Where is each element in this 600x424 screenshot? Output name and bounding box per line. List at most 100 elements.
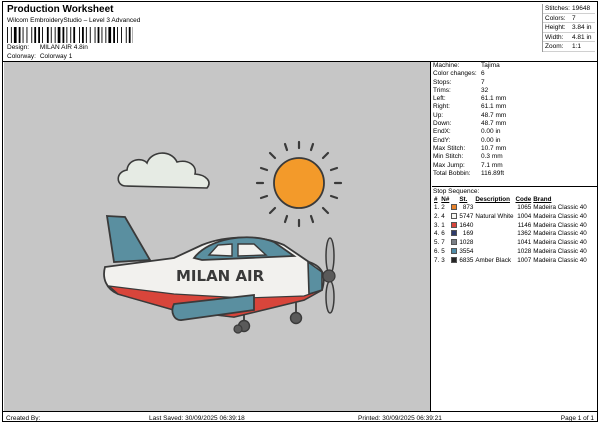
thread-description	[474, 204, 514, 213]
thread-code: 1004	[517, 212, 532, 220]
stitch-count: 1640	[459, 221, 474, 229]
software-subtitle: Wilcom EmbroideryStudio – Level 3 Advanc…	[7, 17, 141, 24]
printed-date: Printed: 30/09/2025 06:39:21	[358, 415, 442, 422]
info-value: 32	[481, 86, 489, 94]
barcode-image	[7, 27, 133, 43]
plane-tail	[105, 215, 152, 263]
stitch-count: 1028	[459, 239, 474, 247]
plane-nose	[307, 260, 323, 296]
design-value: MILAN AIR 4.8in	[39, 44, 88, 51]
thread-description: Amber Black	[475, 256, 512, 264]
color-swatch	[451, 256, 458, 263]
color-swatch-cell	[450, 230, 458, 239]
machine-info-row: Color changes: 6	[432, 70, 597, 78]
info-value: 0.00 in	[481, 136, 501, 144]
color-swatch-cell	[450, 247, 458, 257]
needle-number: 7	[441, 239, 445, 247]
thread-description: Natural White	[475, 212, 514, 220]
info-label: Color changes:	[433, 70, 477, 78]
machine-info-row: EndY: 0.00 in	[432, 137, 597, 145]
needle-number: 4	[441, 212, 445, 220]
stat-width: Width: 4.81 in	[543, 33, 595, 42]
stat-value: 7	[572, 14, 576, 22]
color-swatch	[451, 204, 458, 210]
summary-stats: Stitches: 19648 Colors: 7 Height: 3.84 in W…	[542, 4, 595, 52]
thread-brand: Madeira Classic 40	[533, 239, 587, 247]
color-swatch-cell	[450, 256, 458, 266]
table-row: 1. 2 873 1065 Madeira Classic 40	[433, 204, 588, 213]
stop-index: 1.	[434, 204, 440, 211]
table-row: 5. 7 1028 1041 Madeira Classic 40	[433, 239, 588, 248]
created-by: Created By:	[6, 415, 41, 422]
stat-label: Stitches:	[545, 5, 570, 12]
info-label: Total Bobbin:	[433, 169, 471, 177]
stat-colors: Colors: 7	[543, 14, 595, 23]
stat-label: Colors:	[545, 14, 566, 22]
col-header: N#	[441, 196, 450, 203]
cloud-shape	[117, 152, 210, 189]
thread-brand: Madeira Classic 40	[533, 212, 587, 220]
info-value: 116.89ft	[481, 169, 505, 177]
design-preview: MILAN AIR	[4, 62, 431, 411]
stat-value: 3.84 in	[572, 24, 592, 31]
colorway-row: Colorway: Colorway 1	[7, 53, 72, 60]
info-value: 6	[481, 70, 485, 78]
page-number: Page 1 of 1	[560, 415, 594, 422]
col-header: St.	[459, 196, 468, 203]
table-row: 3. 1 1640 1146 Madeira Classic 40	[433, 221, 588, 231]
info-value: 48.7 mm	[481, 120, 507, 128]
propeller-blade	[325, 237, 335, 275]
thread-code: 1065	[517, 204, 532, 211]
stat-label: Height:	[545, 24, 566, 31]
needle-number: 3	[441, 256, 445, 264]
machine-info-row: Stops: 7	[432, 79, 597, 87]
last-saved: Last Saved: 30/09/2025 06:39:18	[149, 415, 245, 422]
info-value: 61.1 mm	[481, 103, 507, 111]
machine-info-row: Max Stitch: 10.7 mm	[432, 145, 597, 153]
thread-description	[474, 248, 514, 257]
color-swatch-cell	[450, 212, 458, 222]
thread-brand: Madeira Classic 40	[533, 204, 587, 211]
info-label: Left:	[433, 95, 446, 103]
table-row: 7. 3 6835 Amber Black 1007 Madeira Classic 40	[433, 256, 588, 266]
stitch-count: 873	[462, 204, 474, 211]
machine-info-row: Up: 48.7 mm	[432, 112, 597, 120]
info-label: EndY:	[433, 136, 451, 144]
info-value: 48.7 mm	[481, 111, 507, 119]
info-value: 0.3 mm	[481, 153, 503, 161]
stop-index: 5.	[434, 239, 440, 247]
machine-info-row: Left: 61.1 mm	[432, 95, 597, 103]
info-label: Max Jump:	[433, 161, 465, 169]
color-swatch	[451, 239, 458, 246]
stitch-count: 6835	[459, 256, 474, 264]
col-header: #	[434, 196, 438, 203]
table-row: 6. 5 3554 1028 Madeira Classic 40	[433, 247, 588, 257]
machine-info-row: EndX: 0.00 in	[432, 128, 597, 136]
info-value: 61.1 mm	[481, 95, 507, 103]
stat-label: Width:	[545, 33, 564, 41]
color-swatch	[451, 230, 458, 237]
stat-height: Height: 3.84 in	[543, 23, 595, 33]
colorway-value: Colorway 1	[39, 53, 73, 60]
thread-brand: Madeira Classic 40	[533, 247, 587, 255]
info-label: Down:	[433, 120, 452, 128]
needle-number: 1	[441, 221, 445, 229]
stop-index: 6.	[434, 247, 440, 255]
stat-value: 1:1	[572, 43, 582, 50]
table-row: 2. 4 5747 Natural White 1004 Madeira Classic …	[433, 212, 588, 222]
thread-code: 1362	[517, 230, 532, 238]
info-label: Machine:	[433, 62, 460, 69]
machine-info-row: Machine: Tajima	[432, 62, 597, 70]
info-label: Up:	[433, 111, 444, 119]
colorway-label: Colorway:	[7, 53, 36, 60]
stop-sequence-header: # N# St. Description Code Brand	[433, 196, 588, 204]
info-value: 10.7 mm	[481, 144, 507, 152]
thread-description	[474, 239, 514, 248]
info-value: Tajima	[481, 62, 500, 69]
stop-index: 4.	[434, 230, 440, 238]
stop-sequence-title: Stop Sequence:	[433, 188, 480, 195]
thread-code: 1146	[517, 221, 532, 229]
thread-description	[474, 222, 514, 231]
thread-code: 1041	[517, 239, 532, 247]
propeller-hub	[322, 269, 336, 283]
